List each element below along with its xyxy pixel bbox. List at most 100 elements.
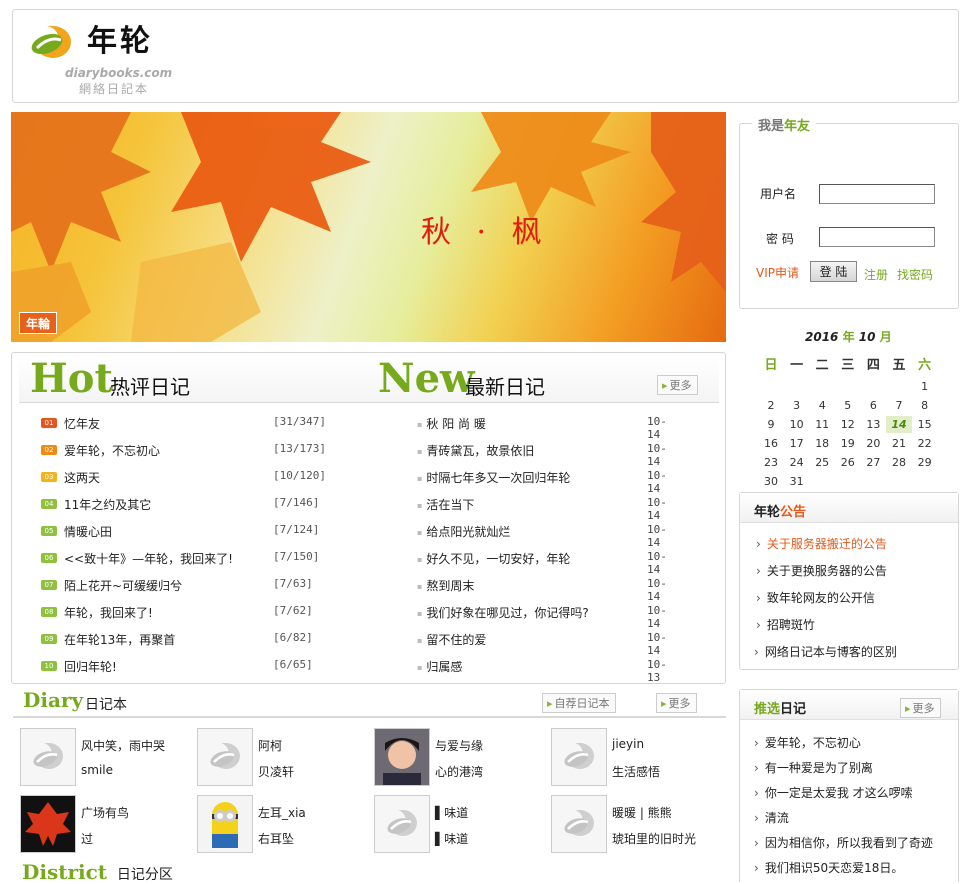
calendar-day[interactable]: 24 (784, 454, 810, 471)
diary-user-name[interactable]: 暖暖 | 熊熊 (612, 804, 672, 821)
username-input[interactable] (819, 184, 935, 204)
calendar-day[interactable]: 23 (758, 454, 784, 471)
diary-user-name[interactable]: 阿柯 (258, 737, 282, 754)
notice-item[interactable]: 网络日记本与博客的区别 (754, 643, 897, 660)
calendar-day[interactable]: 18 (809, 435, 835, 452)
login-button[interactable]: 登 陆 (810, 261, 857, 282)
calendar-day[interactable]: 9 (758, 416, 784, 433)
diary-book-name[interactable]: 过 (81, 830, 93, 847)
diary-avatar[interactable] (551, 728, 607, 786)
diary-user-name[interactable]: 左耳_xia (258, 804, 306, 821)
calendar-day[interactable]: 8 (912, 397, 938, 414)
diary-book-name[interactable]: 琥珀里的旧时光 (612, 830, 696, 847)
calendar-day[interactable]: 4 (809, 397, 835, 414)
forgot-password-link[interactable]: 找密码 (897, 266, 933, 283)
picks-item[interactable]: 有一种爱是为了别离 (754, 759, 873, 776)
calendar-day[interactable]: 26 (835, 454, 861, 471)
calendar-day[interactable]: 16 (758, 435, 784, 452)
new-item-title[interactable]: 活在当下 (417, 496, 474, 513)
picks-item[interactable]: 爱年轮，不忘初心 (754, 734, 861, 751)
new-item-title[interactable]: 秋 阳 尚 暖 (417, 415, 485, 432)
diary-avatar[interactable] (20, 728, 76, 786)
calendar-day[interactable]: 29 (912, 454, 938, 471)
notice-item[interactable]: 招聘斑竹 (756, 616, 815, 633)
calendar-day[interactable]: 1 (912, 378, 938, 395)
vip-apply-link[interactable]: VIP申请 (756, 264, 799, 281)
calendar-day[interactable]: 12 (835, 416, 861, 433)
diary-book-name[interactable]: 贝凌轩 (258, 763, 294, 780)
new-item-title[interactable]: 好久不见，一切安好，年轮 (417, 550, 570, 567)
diary-user-name[interactable]: 广场有鸟 (81, 804, 129, 821)
diary-user-name[interactable]: 与爱与缘 (435, 737, 483, 754)
calendar-day[interactable]: 2 (758, 397, 784, 414)
calendar-day[interactable]: 14 (886, 416, 912, 433)
new-item-title[interactable]: 归属感 (417, 658, 462, 675)
new-list-item[interactable]: 时隔七年多又一次回归年轮 10-14 (12, 469, 666, 496)
new-list-item[interactable]: 好久不见，一切安好，年轮 10-14 (12, 550, 666, 577)
new-list-item[interactable]: 熬到周末 10-14 (12, 577, 666, 604)
new-item-title[interactable]: 给点阳光就灿烂 (417, 523, 510, 540)
diary-avatar[interactable] (20, 795, 76, 853)
diary-avatar[interactable] (197, 728, 253, 786)
calendar-day[interactable]: 15 (912, 416, 938, 433)
notice-item[interactable]: 关于服务器搬迁的公告 (756, 535, 887, 552)
diary-more-link[interactable]: 更多 (656, 693, 697, 713)
recommend-diary-link[interactable]: 自荐日记本 (542, 693, 616, 713)
new-more-link[interactable]: 更多 (657, 375, 698, 395)
new-list-item[interactable]: 留不住的爱 10-14 (12, 631, 666, 658)
password-input[interactable] (819, 227, 935, 247)
diary-user-name[interactable]: jieyin (612, 737, 644, 751)
calendar-day[interactable]: 17 (784, 435, 810, 452)
picks-item[interactable]: 你一定是太爱我 才这么啰嗦 (754, 784, 913, 801)
register-link[interactable]: 注册 (864, 266, 888, 283)
calendar-day[interactable]: 10 (784, 416, 810, 433)
picks-panel: 推选日记 更多 爱年轮，不忘初心有一种爱是为了别离你一定是太爱我 才这么啰嗦清流… (739, 689, 959, 882)
calendar-day[interactable]: 27 (860, 454, 886, 471)
diary-book-name[interactable]: 右耳坠 (258, 830, 294, 847)
picks-more-link[interactable]: 更多 (900, 698, 941, 718)
logo-text[interactable]: 年轮 (87, 16, 153, 60)
new-item-title[interactable]: 时隔七年多又一次回归年轮 (417, 469, 570, 486)
calendar-day[interactable]: 11 (809, 416, 835, 433)
diary-avatar[interactable] (374, 728, 430, 786)
calendar-day[interactable]: 3 (784, 397, 810, 414)
new-list-item[interactable]: 我们好象在哪见过，你记得吗? 10-14 (12, 604, 666, 631)
calendar-day[interactable]: 21 (886, 435, 912, 452)
new-item-title[interactable]: 留不住的爱 (417, 631, 486, 648)
new-item-title[interactable]: 青砖黛瓦，故景依旧 (417, 442, 534, 459)
diary-book-name[interactable]: 生活感悟 (612, 763, 660, 780)
new-list-item[interactable]: 秋 阳 尚 暖 10-14 (12, 415, 666, 442)
new-item-title[interactable]: 熬到周末 (417, 577, 474, 594)
new-list-item[interactable]: 给点阳光就灿烂 10-14 (12, 523, 666, 550)
calendar-day[interactable]: 19 (835, 435, 861, 452)
calendar-day[interactable]: 30 (758, 473, 784, 490)
diary-avatar[interactable] (197, 795, 253, 853)
calendar-day[interactable]: 22 (912, 435, 938, 452)
new-list-item[interactable]: 活在当下 10-14 (12, 496, 666, 523)
calendar-day[interactable]: 20 (860, 435, 886, 452)
calendar-day[interactable]: 5 (835, 397, 861, 414)
diary-user-name[interactable]: ▌味道 (435, 804, 468, 821)
diary-book-name[interactable]: smile (81, 763, 113, 777)
notice-item[interactable]: 致年轮网友的公开信 (756, 589, 875, 606)
diary-avatar[interactable] (374, 795, 430, 853)
logo-icon[interactable] (27, 22, 77, 62)
calendar-day[interactable]: 13 (860, 416, 886, 433)
calendar-day[interactable]: 31 (784, 473, 810, 490)
notice-item[interactable]: 关于更换服务器的公告 (756, 562, 887, 579)
calendar-day[interactable]: 6 (860, 397, 886, 414)
diary-book-name[interactable]: ▌味道 (435, 830, 468, 847)
picks-item[interactable]: 因为相信你，所以我看到了奇迹 (754, 834, 933, 851)
banner-image[interactable]: 秋 · 枫 年輪 (11, 112, 726, 342)
diary-book-name[interactable]: 心的港湾 (435, 763, 483, 780)
calendar-day[interactable]: 25 (809, 454, 835, 471)
calendar-day[interactable]: 28 (886, 454, 912, 471)
calendar-day[interactable]: 7 (886, 397, 912, 414)
picks-item[interactable]: 清流 (754, 809, 789, 826)
diary-avatar[interactable] (551, 795, 607, 853)
picks-item[interactable]: 我们相识50天恋爱18日。 (754, 859, 904, 876)
new-list-item[interactable]: 青砖黛瓦，故景依旧 10-14 (12, 442, 666, 469)
diary-user-name[interactable]: 风中笑，雨中哭 (81, 737, 165, 754)
new-list-item[interactable]: 归属感 10-13 (12, 658, 666, 685)
new-item-title[interactable]: 我们好象在哪见过，你记得吗? (417, 604, 588, 621)
